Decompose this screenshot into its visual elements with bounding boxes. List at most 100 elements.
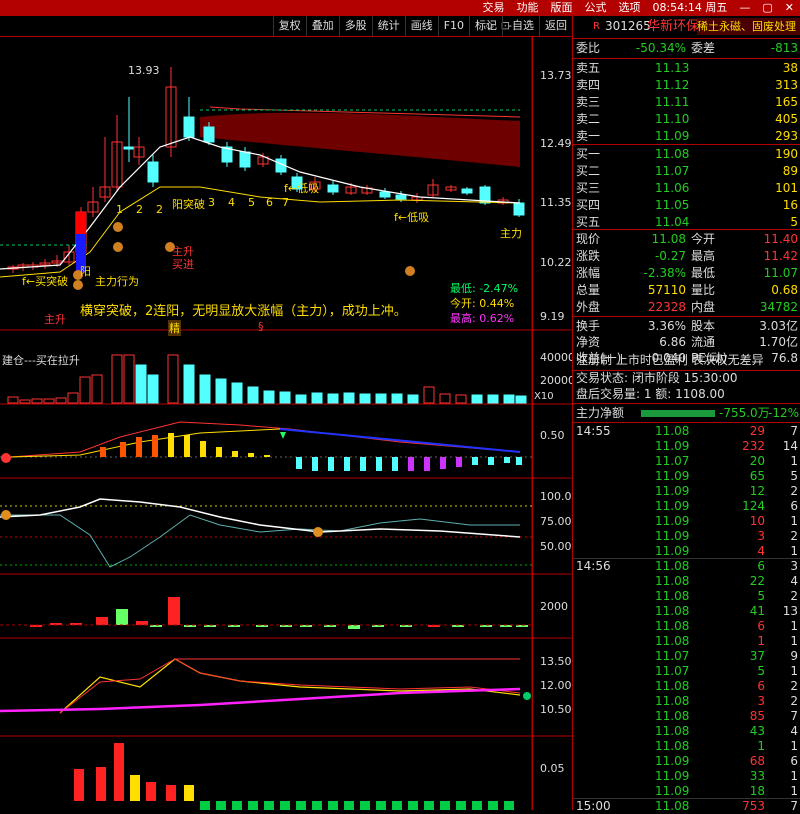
close-icon[interactable]: ✕ [779, 0, 800, 16]
menu-item[interactable]: 公式 [578, 0, 612, 16]
seq-8: 7 [282, 196, 289, 209]
macd-bar [248, 453, 254, 457]
indicator-bar [296, 801, 306, 810]
ask-price: 11.10 [655, 112, 690, 126]
tick-row[interactable]: 11.08 85 7 [573, 709, 800, 724]
minimize-icon[interactable]: — [733, 0, 756, 16]
tick-volume: 1 [757, 634, 765, 648]
macd-bar [200, 441, 206, 457]
tick-row[interactable]: 14:56 11.08 6 3 [573, 559, 800, 574]
tick-row[interactable]: 11.08 6 1 [573, 619, 800, 634]
tick-row[interactable]: 11.09 232 14 [573, 439, 800, 454]
trend-line [0, 687, 521, 713]
tick-row[interactable]: 11.09 65 5 [573, 469, 800, 484]
tick-row[interactable]: 11.08 41 13 [573, 604, 800, 619]
toolbar-button[interactable]: 统计 [371, 16, 405, 36]
tick-count: 1 [790, 784, 798, 798]
indicator-bar [248, 801, 258, 810]
stat-label: 总量 [576, 283, 601, 297]
concept-tag[interactable]: 稀土永磁、固废处理 [697, 18, 800, 35]
volume-bar [231, 382, 243, 404]
indicator-tick: 0.05 [540, 762, 565, 775]
bid-row[interactable]: 买一 11.08 190 [573, 146, 800, 163]
volume-bar [471, 394, 483, 404]
ask-price: 11.11 [655, 95, 690, 109]
macd-bar [264, 455, 270, 457]
bid-row[interactable]: 买二 11.07 89 [573, 163, 800, 180]
tick-row[interactable]: 11.09 10 1 [573, 514, 800, 529]
menu-item[interactable]: 功能 [510, 0, 544, 16]
tick-price: 11.08 [655, 619, 690, 633]
tick-row[interactable]: 11.08 1 1 [573, 634, 800, 649]
tick-row[interactable]: 11.08 43 4 [573, 724, 800, 739]
tick-row[interactable]: 15:00 11.08 753 7 [573, 799, 800, 814]
money-bag-icon [73, 280, 83, 290]
tick-row[interactable]: 11.09 124 6 [573, 499, 800, 514]
ask-label: 卖五 [576, 61, 601, 75]
tick-row[interactable]: 11.09 68 6 [573, 754, 800, 769]
toolbar-button[interactable]: 画线 [404, 16, 438, 36]
menu-item[interactable]: 交易 [476, 0, 510, 16]
toolbar-button[interactable]: -自选 [502, 16, 539, 36]
stat-row: 总量 57110 量比 0.68 [573, 282, 800, 299]
candle-body [183, 116, 195, 138]
tick-row[interactable]: 11.08 22 4 [573, 574, 800, 589]
maximize-icon[interactable]: ▢ [756, 0, 778, 16]
tick-volume: 4 [757, 544, 765, 558]
toolbar-button[interactable]: 多股 [338, 16, 372, 36]
tick-row[interactable]: 11.09 33 1 [573, 769, 800, 784]
indicator-bar [264, 801, 274, 810]
tick-count: 6 [790, 499, 798, 513]
ask-row[interactable]: 卖一 11.09 293 [573, 128, 800, 145]
tick-row[interactable]: 11.08 5 2 [573, 589, 800, 604]
toolbar-button[interactable]: 标记 [469, 16, 502, 36]
tick-row[interactable]: 11.08 1 1 [573, 739, 800, 754]
bid-row[interactable]: 买三 11.06 101 [573, 180, 800, 197]
tick-row[interactable]: 11.09 18 1 [573, 784, 800, 799]
bid-price: 11.07 [655, 164, 690, 178]
volume-bar [455, 394, 467, 404]
volume-tick: 40000 [540, 351, 575, 364]
tick-row[interactable]: 11.07 37 9 [573, 649, 800, 664]
tick-row[interactable]: 11.09 4 1 [573, 544, 800, 559]
ask-row[interactable]: 卖三 11.11 165 [573, 94, 800, 111]
signal-line [9, 428, 281, 458]
k-line-chart[interactable] [0, 37, 572, 810]
tick-row[interactable]: 11.08 6 2 [573, 679, 800, 694]
toolbar-button[interactable]: F10 [437, 16, 469, 36]
macd-bar [120, 442, 126, 457]
ask-volume: 165 [775, 95, 798, 109]
volume-bar [43, 398, 55, 404]
tick-volume: 5 [757, 664, 765, 678]
seq-3: 2 [156, 203, 163, 216]
toolbar-button[interactable]: 返回 [539, 16, 572, 36]
trading-status: 交易状态: 闭市阶段 15:30:00 [576, 371, 738, 385]
bid-price: 11.08 [655, 147, 690, 161]
bid-price: 11.06 [655, 181, 690, 195]
chart-area[interactable] [0, 37, 572, 810]
ask-row[interactable]: 卖二 11.10 405 [573, 111, 800, 128]
tick-row[interactable]: 11.07 5 1 [573, 664, 800, 679]
tick-row[interactable]: 14:55 11.08 29 7 [573, 424, 800, 439]
indicator-bar [146, 782, 156, 801]
tick-count: 14 [782, 439, 798, 453]
ask-row[interactable]: 卖五 11.13 38 [573, 60, 800, 77]
seq-2: 2 [136, 203, 143, 216]
quote-panel: R 301265 华新环保 稀土永磁、固废处理 委比 -50.34% 委差 -8… [572, 16, 800, 813]
tick-row[interactable]: 11.08 3 2 [573, 694, 800, 709]
ask-row[interactable]: 卖四 11.12 313 [573, 77, 800, 94]
menu-item[interactable]: 版面 [544, 0, 578, 16]
tick-count: 2 [790, 589, 798, 603]
netflow-label: 主力净额 [576, 406, 625, 420]
tick-row[interactable]: 11.09 12 2 [573, 484, 800, 499]
indicator-bar [114, 743, 124, 801]
toolbar-button[interactable]: 复权 [272, 16, 306, 36]
tick-price: 11.08 [655, 424, 690, 438]
tick-row[interactable]: 11.07 20 1 [573, 454, 800, 469]
tick-count: 7 [790, 799, 798, 813]
bid-row[interactable]: 买四 11.05 16 [573, 197, 800, 214]
toolbar-button[interactable]: 叠加 [305, 16, 339, 36]
menu-item[interactable]: 选项 [612, 0, 646, 16]
indicator-bar [376, 801, 386, 810]
tick-row[interactable]: 11.09 3 2 [573, 529, 800, 544]
